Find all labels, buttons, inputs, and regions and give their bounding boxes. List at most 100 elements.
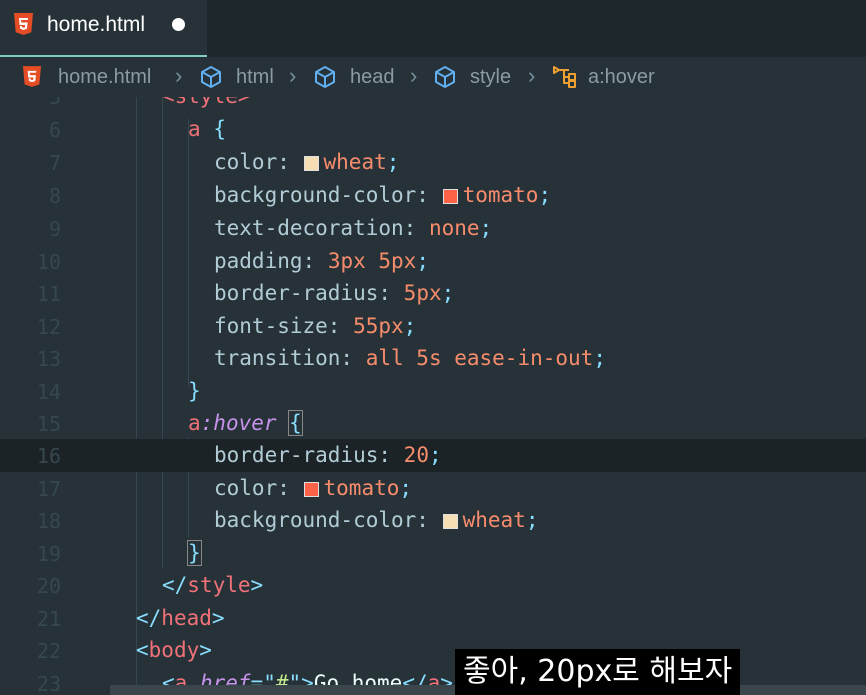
css-property: color: <box>214 476 290 500</box>
breadcrumb-file[interactable]: home.html <box>58 66 151 89</box>
open-brace: { <box>288 410 303 436</box>
code-line: 14 } <box>0 375 866 408</box>
line-number: 8 <box>48 184 61 208</box>
css-value: 55px <box>353 314 404 338</box>
tag-name: head <box>161 606 212 630</box>
css-value: none <box>428 216 480 240</box>
css-value: wheat <box>462 508 526 532</box>
css-selector: a <box>188 411 201 435</box>
open-brace: { <box>213 117 226 141</box>
semicolon: ; <box>428 443 442 467</box>
semicolon: ; <box>441 281 455 305</box>
code-line: 20 </style> <box>0 569 866 602</box>
tab-bar: home.html <box>0 0 866 57</box>
semicolon: ; <box>593 346 606 370</box>
close-brace: } <box>188 379 201 403</box>
video-subtitle: 좋아, 20px로 해보자 <box>455 649 741 695</box>
breadcrumb-style[interactable]: style <box>470 66 511 89</box>
color-swatch-icon[interactable] <box>303 482 319 497</box>
breadcrumb: home.html › html › head › style › a:hove… <box>0 57 866 97</box>
breadcrumb-selector[interactable]: a:hover <box>588 66 655 89</box>
code-editor[interactable]: 5 <style> 6 a { 7 color: wheat; 8 backgr… <box>0 97 866 695</box>
line-number: 14 <box>36 380 61 404</box>
line-number: 15 <box>36 412 61 436</box>
css-value: all 5s ease-in-out <box>365 346 594 370</box>
line-number: 20 <box>36 574 61 598</box>
semicolon: ; <box>386 150 400 174</box>
line-number: 22 <box>36 639 61 663</box>
code-line: 6 a { <box>0 113 866 146</box>
tag-bracket: </ <box>136 606 162 630</box>
semicolon: ; <box>416 249 429 273</box>
tag-bracket: < <box>136 638 149 662</box>
css-value: 3px 5px <box>327 249 417 273</box>
tag-name: style <box>187 573 251 597</box>
code-line: 10 padding: 3px 5px; <box>0 245 866 278</box>
semicolon: ; <box>479 216 493 240</box>
code-line: 21 </head> <box>0 602 866 635</box>
close-brace: } <box>187 540 202 566</box>
line-number: 11 <box>36 282 61 306</box>
css-property: border-radius: <box>214 443 392 467</box>
css-property: background-color: <box>214 183 429 207</box>
css-value: 20 <box>403 443 429 467</box>
css-value: wheat <box>323 150 387 174</box>
code-line: 15 a:hover { <box>0 407 866 440</box>
tag-bracket: > <box>211 606 225 630</box>
css-value: tomato <box>462 183 539 207</box>
code-line: 13 transition: all 5s ease-in-out; <box>0 342 866 375</box>
line-number: 17 <box>36 477 61 501</box>
style-open-tag: <style> <box>162 97 251 108</box>
line-number: 21 <box>36 607 61 631</box>
semicolon: ; <box>403 314 417 338</box>
css-property: padding: <box>214 249 316 273</box>
color-swatch-icon[interactable] <box>442 189 458 204</box>
line-number: 19 <box>36 542 61 566</box>
css-property: transition: <box>214 346 354 370</box>
semicolon: ; <box>538 183 552 207</box>
line-number: 10 <box>36 250 61 274</box>
code-line: 7 color: wheat; <box>0 146 866 179</box>
css-property: font-size: <box>214 314 341 338</box>
code-line: 17 color: tomato; <box>0 472 866 505</box>
tag-bracket: > <box>199 638 212 662</box>
code-line: 12 font-size: 55px; <box>0 310 866 343</box>
css-value: 5px <box>403 281 442 305</box>
tag-bracket: </ <box>162 573 188 597</box>
tab-label: home.html <box>47 13 146 36</box>
tag-bracket: > <box>250 573 264 597</box>
cube-icon <box>315 66 335 88</box>
chevron-right-icon: › <box>175 63 183 88</box>
line-number: 7 <box>48 151 61 175</box>
semicolon: ; <box>399 476 413 500</box>
code-line: 9 text-decoration: none; <box>0 212 866 245</box>
line-number: 13 <box>36 347 61 371</box>
code-line: 8 background-color: tomato; <box>0 179 866 212</box>
breadcrumb-head[interactable]: head <box>350 66 395 89</box>
breadcrumb-html[interactable]: html <box>236 66 274 89</box>
cube-icon <box>435 66 455 88</box>
color-swatch-icon[interactable] <box>303 156 319 171</box>
line-number: 9 <box>48 217 61 241</box>
tag-name: body <box>148 638 200 662</box>
code-line: 19 } <box>0 537 866 570</box>
tab-home-html[interactable]: home.html <box>0 0 207 57</box>
unsaved-dot-icon[interactable] <box>172 18 185 31</box>
line-number: 23 <box>36 672 61 695</box>
chevron-right-icon: › <box>528 63 536 88</box>
color-swatch-icon[interactable] <box>442 514 458 529</box>
code-line: 11 border-radius: 5px; <box>0 277 866 310</box>
chevron-right-icon: › <box>410 63 418 88</box>
semicolon: ; <box>525 508 539 532</box>
html5-icon <box>14 13 33 35</box>
css-pseudo-class: :hover <box>200 411 277 435</box>
line-number: 12 <box>36 315 61 339</box>
css-value: tomato <box>323 476 400 500</box>
code-line-active: 16 border-radius: 20; <box>0 439 866 472</box>
line-number: 16 <box>36 444 61 468</box>
css-property: color: <box>214 150 290 174</box>
chevron-right-icon: › <box>289 63 297 88</box>
symbol-selector-icon <box>553 66 576 88</box>
css-selector: a <box>188 117 201 141</box>
code-line: 5 <style> <box>0 97 866 113</box>
